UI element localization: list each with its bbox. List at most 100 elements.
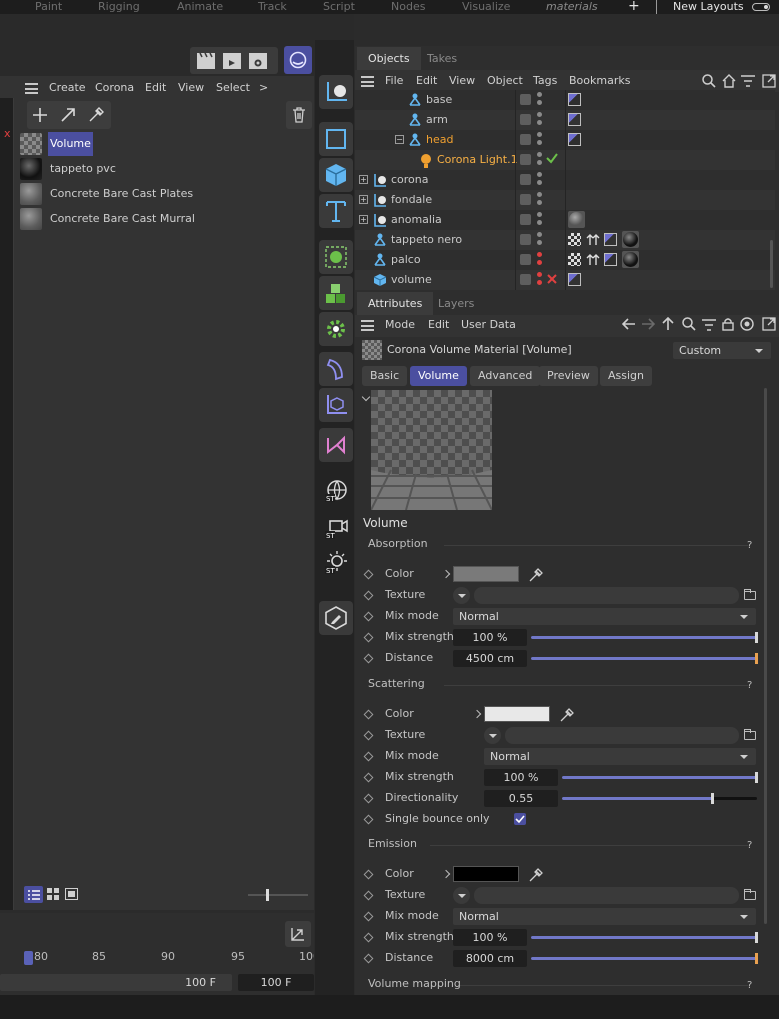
object-name[interactable]: fondale bbox=[391, 190, 432, 210]
layout-toggle[interactable] bbox=[752, 3, 770, 11]
visibility-dots[interactable] bbox=[537, 272, 543, 288]
menu-nodes[interactable]: Nodes bbox=[391, 0, 425, 14]
slider-mix-strength-absorption[interactable] bbox=[531, 632, 758, 643]
new-material-icon[interactable] bbox=[32, 107, 48, 123]
list-view-button[interactable] bbox=[24, 886, 43, 903]
disabled-cross-icon[interactable] bbox=[546, 273, 558, 285]
current-frame-marker[interactable] bbox=[24, 951, 33, 965]
object-name[interactable]: anomalia bbox=[391, 210, 442, 230]
texture-slot-emission[interactable] bbox=[474, 887, 739, 904]
obj-menu-view[interactable]: View bbox=[449, 70, 475, 92]
object-row-anomalia[interactable]: + anomalia bbox=[355, 210, 775, 230]
render-settings-icon[interactable] bbox=[248, 52, 270, 70]
thumb-size-knob[interactable] bbox=[266, 889, 269, 901]
black-sphere-tag-icon[interactable] bbox=[622, 231, 639, 248]
environment-button[interactable]: ST bbox=[319, 474, 353, 508]
object-row-corona-light-1[interactable]: Corona Light.1 bbox=[355, 150, 775, 170]
target-icon[interactable] bbox=[740, 317, 754, 331]
home-icon[interactable] bbox=[722, 74, 736, 88]
value-field-mix-strength-emission[interactable]: 100 % bbox=[453, 929, 527, 946]
timeline-ruler[interactable]: 80 85 90 95 100 bbox=[0, 950, 314, 968]
new-layouts-label[interactable]: New Layouts bbox=[673, 0, 744, 14]
timeline-range-bar[interactable]: 100 F bbox=[0, 974, 232, 991]
layer-edit-icon[interactable] bbox=[520, 254, 531, 265]
section-title-volume-mapping[interactable]: Volume mapping bbox=[368, 977, 461, 990]
large-view-icon[interactable] bbox=[65, 888, 78, 900]
range-end-field[interactable]: 100 F bbox=[238, 974, 314, 991]
menu-script[interactable]: Script bbox=[323, 0, 355, 14]
grid-view-icon[interactable] bbox=[47, 888, 59, 900]
arrows-tag-icon[interactable] bbox=[586, 233, 603, 250]
folder-icon[interactable] bbox=[744, 889, 756, 900]
arrows-tag-icon[interactable] bbox=[586, 253, 603, 270]
material-item-concrete-murral[interactable]: Concrete Bare Cast Murral bbox=[19, 207, 311, 231]
object-menu-hamburger-icon[interactable] bbox=[361, 76, 374, 87]
expand-toggle-icon[interactable]: − bbox=[395, 135, 404, 144]
single-bounce-checkbox[interactable] bbox=[514, 813, 526, 825]
tab-preview[interactable]: Preview bbox=[539, 366, 598, 386]
attr-menu-hamburger-icon[interactable] bbox=[361, 320, 374, 331]
visibility-dots[interactable] bbox=[537, 112, 543, 128]
object-name[interactable]: base bbox=[426, 90, 452, 110]
layer-edit-icon[interactable] bbox=[520, 114, 531, 125]
eyedropper-icon[interactable] bbox=[528, 567, 543, 582]
slider-directionality-scattering[interactable] bbox=[562, 793, 757, 804]
attr-scrollbar[interactable] bbox=[764, 388, 767, 924]
slider-knob[interactable] bbox=[755, 632, 758, 643]
mat-menu-edit[interactable]: Edit bbox=[145, 77, 166, 99]
value-field-distance-absorption[interactable]: 4500 cm bbox=[453, 650, 527, 667]
expand-toggle-icon[interactable]: + bbox=[359, 175, 368, 184]
tab-advanced[interactable]: Advanced bbox=[470, 366, 541, 386]
slider-distance-emission[interactable] bbox=[531, 953, 758, 964]
expand-toggle-icon[interactable]: + bbox=[359, 215, 368, 224]
edit-button[interactable] bbox=[319, 601, 353, 635]
delete-material-button[interactable] bbox=[286, 101, 312, 129]
visibility-dots[interactable] bbox=[537, 212, 543, 228]
folder-icon[interactable] bbox=[744, 729, 756, 740]
help-icon[interactable]: ? bbox=[747, 980, 752, 991]
obj-menu-object[interactable]: Object bbox=[487, 70, 523, 92]
checker-tag-icon[interactable] bbox=[568, 233, 585, 250]
texture-dropdown-button[interactable] bbox=[453, 587, 470, 604]
eyedropper-icon[interactable] bbox=[87, 106, 105, 124]
visibility-dots[interactable] bbox=[537, 92, 543, 108]
texture-dropdown-button[interactable] bbox=[453, 887, 470, 904]
layer-edit-icon[interactable] bbox=[520, 214, 531, 225]
color-swatch-emission[interactable] bbox=[453, 866, 519, 882]
obj-menu-edit[interactable]: Edit bbox=[416, 70, 437, 92]
layer-edit-icon[interactable] bbox=[520, 194, 531, 205]
object-row-arm[interactable]: arm bbox=[355, 110, 775, 130]
tab-attributes[interactable]: Attributes bbox=[357, 292, 434, 316]
expand-toggle-icon[interactable]: + bbox=[359, 195, 368, 204]
texture-slot-scattering[interactable] bbox=[505, 727, 739, 744]
menu-animate[interactable]: Animate bbox=[177, 0, 223, 14]
object-name[interactable]: corona bbox=[391, 170, 429, 190]
layer-edit-icon[interactable] bbox=[520, 174, 531, 185]
value-field-mix-strength-absorption[interactable]: 100 % bbox=[453, 629, 527, 646]
color-swatch-absorption[interactable] bbox=[453, 566, 519, 582]
generator-button[interactable] bbox=[319, 240, 353, 274]
tab-takes[interactable]: Takes bbox=[416, 47, 468, 71]
checker-tag-icon[interactable] bbox=[568, 253, 585, 270]
object-row-head[interactable]: − head bbox=[355, 130, 775, 150]
new-window-icon[interactable] bbox=[762, 74, 776, 88]
visibility-dots[interactable] bbox=[537, 192, 543, 208]
object-scrollbar[interactable] bbox=[770, 240, 773, 288]
mat-menu-more[interactable]: > bbox=[259, 77, 268, 99]
obj-menu-bookmarks[interactable]: Bookmarks bbox=[569, 70, 630, 92]
field-button[interactable] bbox=[319, 388, 353, 422]
folder-icon[interactable] bbox=[744, 589, 756, 600]
preset-dropdown[interactable]: Custom bbox=[673, 342, 771, 359]
obj-menu-tags[interactable]: Tags bbox=[533, 70, 557, 92]
object-name[interactable]: head bbox=[426, 130, 453, 150]
enabled-check-icon[interactable] bbox=[545, 151, 559, 165]
mix-mode-dropdown-emission[interactable]: Normal bbox=[453, 908, 756, 925]
phong-tag-icon[interactable] bbox=[604, 233, 621, 250]
menu-track[interactable]: Track bbox=[258, 0, 287, 14]
layout-materials[interactable]: materials bbox=[546, 0, 598, 14]
lock-icon[interactable] bbox=[722, 317, 734, 331]
object-row-fondale[interactable]: + fondale bbox=[355, 190, 775, 210]
help-icon[interactable]: ? bbox=[747, 540, 752, 551]
object-name[interactable]: Corona Light.1 bbox=[437, 150, 518, 170]
null-object-button[interactable] bbox=[319, 75, 353, 109]
